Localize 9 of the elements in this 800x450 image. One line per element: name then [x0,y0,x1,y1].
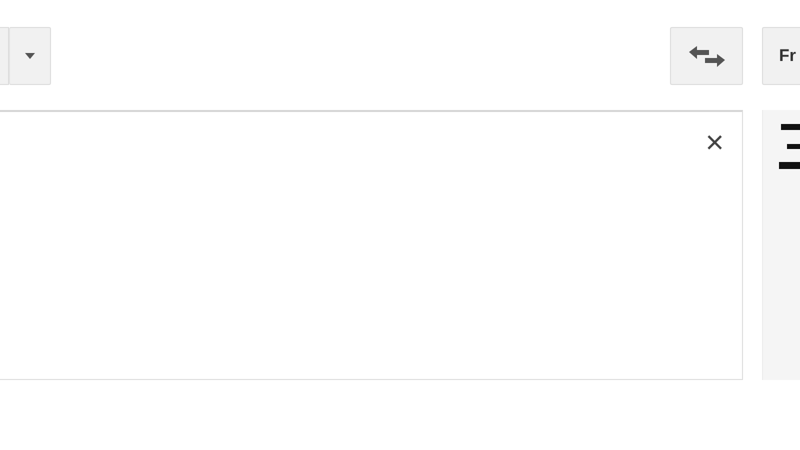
swap-languages-button[interactable] [670,27,743,85]
source-language-dropdown[interactable] [9,27,51,85]
swap-arrows-icon [688,45,724,67]
partial-glyph-drawing [779,124,800,170]
caret-icon [25,53,35,59]
target-language-button[interactable]: Fr [762,27,800,85]
source-text-field[interactable]: × [0,110,743,380]
clear-button[interactable]: × [705,130,724,154]
source-language-button[interactable] [0,27,9,85]
